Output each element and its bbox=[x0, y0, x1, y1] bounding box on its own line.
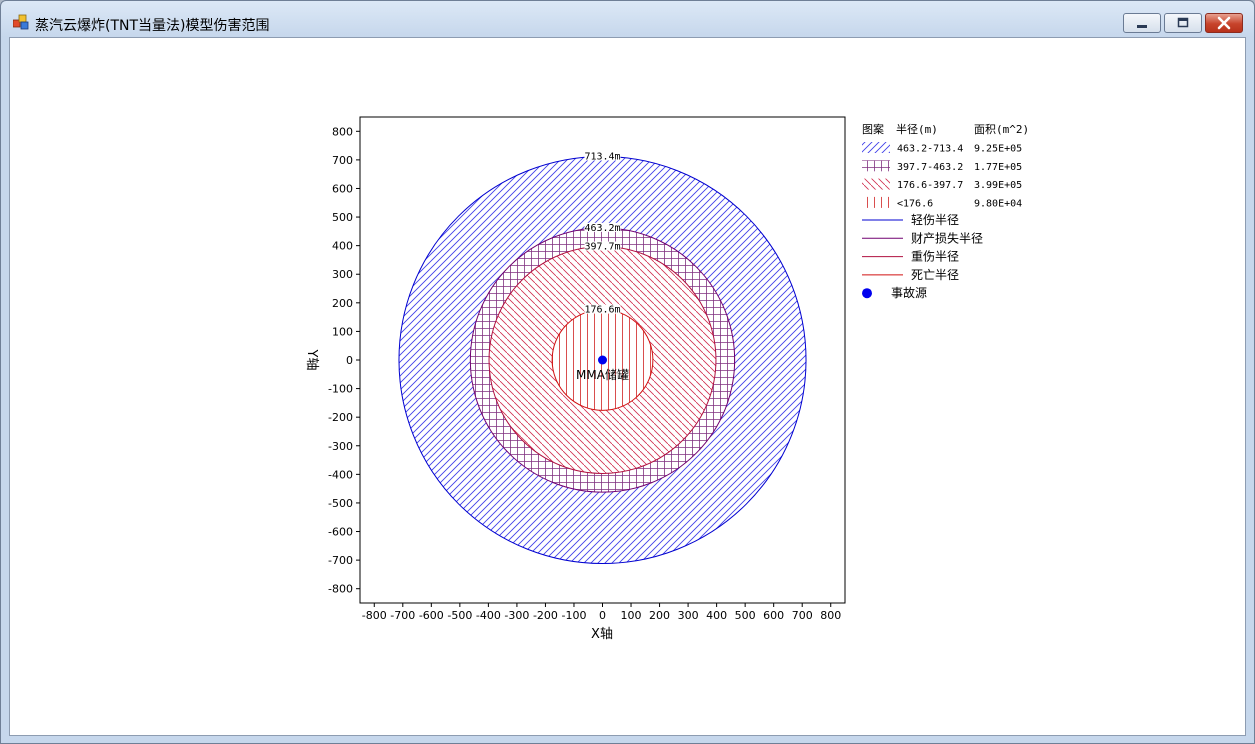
legend-area-2: 3.99E+05 bbox=[974, 180, 1022, 191]
legend-header-pattern: 图案 bbox=[862, 122, 884, 136]
y-axis-ticks: 800 700 600 500 400 300 200 100 0 -100 -200 -300 -40… bbox=[328, 125, 360, 596]
y-tick-label-16: -800 bbox=[328, 583, 353, 596]
x-tick-label-1: -700 bbox=[390, 609, 415, 622]
app-icon bbox=[13, 14, 29, 30]
maximize-icon bbox=[1177, 17, 1189, 28]
y-tick-label-14: -600 bbox=[328, 526, 353, 539]
legend-line-label-2: 重伤半径 bbox=[911, 250, 959, 264]
y-tick-label-6: 200 bbox=[332, 297, 353, 310]
close-icon bbox=[1217, 16, 1231, 30]
x-tick-label-7: -100 bbox=[561, 609, 586, 622]
x-tick-label-16: 800 bbox=[820, 609, 841, 622]
legend-line-label-1: 财产损失半径 bbox=[911, 230, 983, 245]
x-tick-label-3: -500 bbox=[447, 609, 472, 622]
legend-range-3: <176.6 bbox=[897, 198, 933, 209]
legend-range-2: 176.6-397.7 bbox=[897, 180, 963, 191]
legend-area-0: 9.25E+05 bbox=[974, 144, 1022, 155]
y-tick-label-0: 800 bbox=[332, 125, 353, 138]
app-window: 蒸汽云爆炸(TNT当量法)模型伤害范围 713.4m 463.2m 397.7m… bbox=[0, 0, 1255, 744]
x-tick-label-15: 700 bbox=[792, 609, 813, 622]
minimize-icon bbox=[1137, 25, 1147, 28]
legend-area-1: 1.77E+05 bbox=[974, 162, 1022, 173]
y-tick-label-1: 700 bbox=[332, 154, 353, 167]
y-tick-label-5: 300 bbox=[332, 268, 353, 281]
y-tick-label-15: -700 bbox=[328, 554, 353, 567]
x-tick-label-12: 400 bbox=[706, 609, 727, 622]
legend-swatch-2 bbox=[862, 178, 890, 190]
legend-header-radius: 半径(m) bbox=[896, 122, 938, 136]
x-tick-label-9: 100 bbox=[621, 609, 642, 622]
legend: 图案 半径(m) 面积(m^2) 463.2-713.4 9.25E+05 397.7-4… bbox=[862, 122, 1029, 300]
x-tick-label-14: 600 bbox=[763, 609, 784, 622]
legend-swatch-1 bbox=[862, 160, 890, 172]
legend-source-label: 事故源 bbox=[891, 285, 927, 300]
x-tick-label-8: 0 bbox=[599, 609, 606, 622]
legend-area-3: 9.80E+04 bbox=[974, 198, 1022, 209]
y-tick-label-3: 500 bbox=[332, 211, 353, 224]
x-tick-label-5: -300 bbox=[504, 609, 529, 622]
x-tick-label-0: -800 bbox=[362, 609, 387, 622]
x-tick-label-10: 200 bbox=[649, 609, 670, 622]
y-tick-label-4: 400 bbox=[332, 240, 353, 253]
radius-label-3: 176.6m bbox=[584, 305, 620, 316]
window-title: 蒸汽云爆炸(TNT当量法)模型伤害范围 bbox=[35, 18, 270, 34]
radius-label-2: 397.7m bbox=[584, 242, 620, 253]
y-tick-label-9: -100 bbox=[328, 383, 353, 396]
legend-line-label-3: 死亡半径 bbox=[911, 268, 959, 282]
y-tick-label-11: -300 bbox=[328, 440, 353, 453]
close-button[interactable] bbox=[1205, 13, 1243, 33]
legend-range-1: 397.7-463.2 bbox=[897, 162, 963, 173]
y-tick-label-2: 600 bbox=[332, 182, 353, 195]
x-tick-label-2: -600 bbox=[419, 609, 444, 622]
source-label: MMA储罐 bbox=[576, 367, 629, 382]
x-tick-label-13: 500 bbox=[735, 609, 756, 622]
legend-swatch-3 bbox=[862, 196, 890, 208]
radius-label-0: 713.4m bbox=[584, 151, 620, 162]
x-tick-label-11: 300 bbox=[678, 609, 699, 622]
legend-swatch-0 bbox=[862, 142, 890, 153]
maximize-button[interactable] bbox=[1164, 13, 1202, 33]
legend-header-area: 面积(m^2) bbox=[974, 123, 1029, 136]
y-tick-label-7: 100 bbox=[332, 325, 353, 338]
x-axis-ticks: -800 -700 -600 -500 -400 -300 -200 -100 0 100 200 3… bbox=[362, 603, 841, 622]
legend-source-marker bbox=[862, 288, 872, 299]
y-tick-label-10: -200 bbox=[328, 411, 353, 424]
damage-range-chart: 713.4m463.2m397.7m176.6m MMA储罐 -800 -700-… bbox=[304, 116, 1029, 642]
legend-line-label-0: 轻伤半径 bbox=[911, 213, 959, 227]
y-tick-label-8: 0 bbox=[346, 354, 353, 367]
legend-range-0: 463.2-713.4 bbox=[897, 144, 963, 155]
minimize-button[interactable] bbox=[1123, 13, 1161, 33]
x-tick-label-4: -400 bbox=[476, 609, 501, 622]
y-tick-label-13: -500 bbox=[328, 497, 353, 510]
radius-label-1: 463.2m bbox=[584, 223, 620, 234]
y-axis-label: Y轴 bbox=[304, 349, 319, 371]
y-tick-label-12: -400 bbox=[328, 468, 353, 481]
x-tick-label-6: -200 bbox=[533, 609, 558, 622]
x-axis-label: X轴 bbox=[591, 627, 613, 642]
source-point bbox=[598, 355, 607, 365]
title-bar[interactable]: 蒸汽云爆炸(TNT当量法)模型伤害范围 bbox=[1, 1, 1254, 37]
chart-panel: 713.4m 463.2m 397.7m 176.6m MMA储罐 -800 -700-… bbox=[9, 37, 1246, 736]
